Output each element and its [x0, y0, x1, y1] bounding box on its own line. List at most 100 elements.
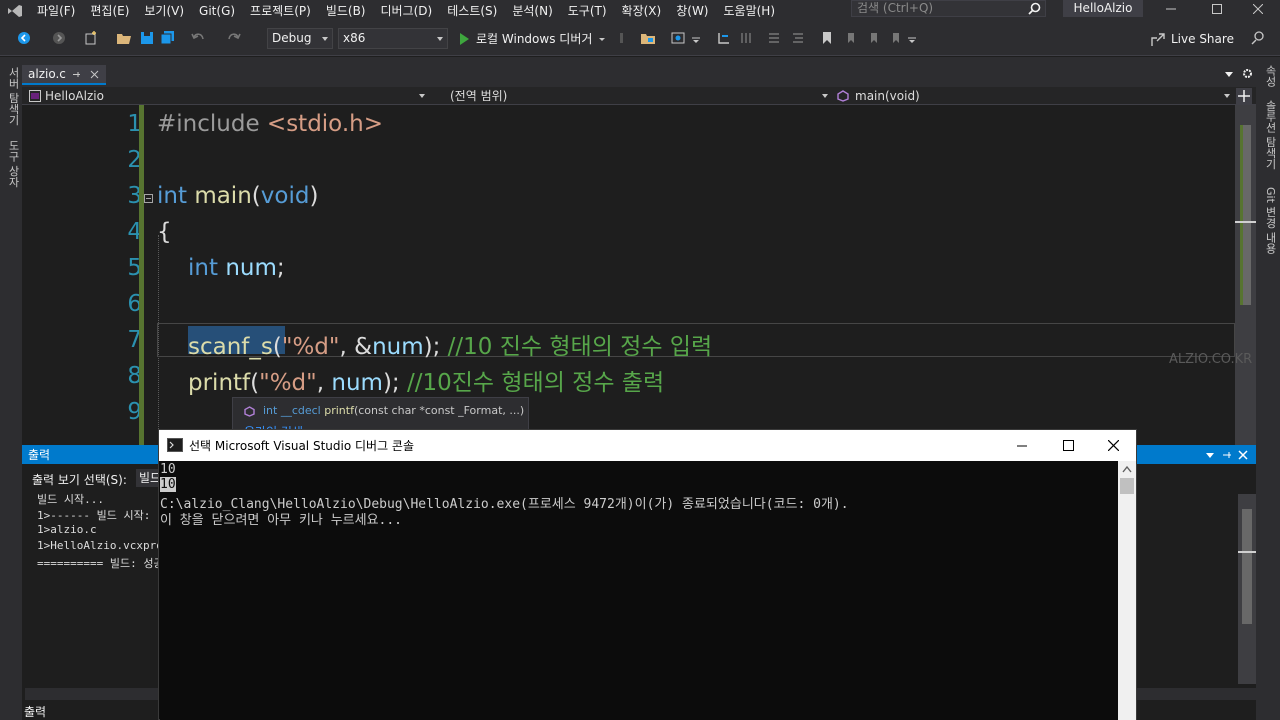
scroll-up-icon[interactable] [1122, 465, 1132, 473]
menu-build[interactable]: 빌드(B) [326, 0, 375, 22]
pin-icon[interactable] [1222, 450, 1232, 460]
code-editor[interactable]: 1 2 3 4 5 6 7 8 9 #include <stdio.h> int… [22, 105, 1256, 445]
editor-vertical-scrollbar[interactable] [1235, 105, 1256, 445]
new-project-icon[interactable] [83, 30, 99, 46]
scope-select[interactable]: (전역 범위) [446, 87, 830, 105]
menu-tools[interactable]: 도구(T) [568, 0, 616, 22]
properties-tab[interactable]: 속성 [1262, 65, 1278, 87]
member-select[interactable]: main(void) [834, 87, 1232, 105]
navigation-bar: HelloAlzio (전역 범위) main(void) [22, 87, 1256, 105]
code-line-4: { [157, 219, 172, 245]
pin-icon[interactable] [72, 70, 81, 79]
git-changes-tab[interactable]: Git 변경 내용 [1262, 187, 1278, 254]
console-minimize-button[interactable] [999, 430, 1045, 461]
project-select-value: HelloAlzio [45, 89, 104, 103]
chevron-down-icon[interactable] [1225, 70, 1233, 78]
chevron-down-icon[interactable] [1206, 451, 1214, 459]
chevron-down-icon[interactable] [598, 31, 606, 47]
solution-name-badge[interactable]: HelloAlzio [1063, 0, 1143, 17]
close-icon[interactable] [1238, 450, 1248, 460]
feedback-icon[interactable] [1250, 30, 1266, 46]
minimize-button[interactable] [1148, 0, 1193, 18]
menu-edit[interactable]: 편집(E) [90, 0, 138, 22]
start-debugging-icon[interactable] [456, 31, 472, 47]
toolbar-overflow-icon[interactable] [906, 30, 918, 46]
close-button[interactable] [1235, 0, 1280, 18]
navigate-back-icon[interactable] [16, 30, 32, 46]
output-vertical-scrollbar[interactable] [1238, 494, 1256, 684]
collapse-icon[interactable] [144, 194, 153, 203]
console-close-button[interactable] [1090, 430, 1136, 461]
redo-icon[interactable] [226, 30, 242, 46]
live-share-icon[interactable] [1150, 32, 1166, 48]
split-editor-icon[interactable] [1236, 88, 1252, 104]
document-tab-alzio-c[interactable]: alzio.c [22, 65, 106, 85]
console-output[interactable]: 10 10 C:\alzio_Clang\HelloAlzio\Debug\He… [160, 461, 1118, 720]
console-vertical-scrollbar[interactable] [1118, 461, 1136, 720]
close-icon[interactable] [90, 70, 99, 79]
maximize-button[interactable] [1194, 0, 1239, 18]
line-number: 5 [127, 255, 142, 281]
save-all-icon[interactable] [160, 30, 176, 46]
bookmark-icon[interactable] [819, 30, 835, 46]
undo-icon[interactable] [190, 30, 206, 46]
search-placeholder: 검색 (Ctrl+Q) [857, 1, 934, 15]
open-folder-icon[interactable] [116, 30, 132, 46]
menu-debug[interactable]: 디버그(D) [381, 0, 442, 22]
solution-explorer-tab[interactable]: 솔루션 탐색기 [1262, 100, 1278, 170]
project-select[interactable]: HelloAlzio [26, 87, 426, 105]
step-over-icon[interactable] [738, 30, 754, 46]
comment-out-icon[interactable] [766, 30, 782, 46]
function-name: main [194, 183, 252, 209]
scrollbar-thumb[interactable] [1242, 509, 1252, 624]
console-line-selected: 10 [160, 477, 176, 492]
menu-analyze[interactable]: 분석(N) [512, 0, 561, 22]
start-debugging-button[interactable]: 로컬 Windows 디버거 [476, 30, 592, 47]
solution-configuration-value: Debug [272, 31, 312, 45]
menu-window[interactable]: 창(W) [676, 0, 717, 22]
console-maximize-button[interactable] [1045, 430, 1091, 461]
menu-help[interactable]: 도움말(H) [724, 0, 785, 22]
clear-bookmarks-icon[interactable] [888, 30, 904, 46]
console-titlebar[interactable]: 선택 Microsoft Visual Studio 디버그 콘솔 [159, 430, 1136, 461]
chevron-down-icon [437, 37, 443, 41]
menu-git[interactable]: Git(G) [199, 0, 244, 22]
chevron-down-icon [822, 94, 828, 98]
output-panel-title: 출력 [28, 448, 51, 462]
step-into-icon[interactable] [716, 30, 732, 46]
toolbox-tab[interactable]: 도구 상자 [5, 140, 21, 188]
previous-bookmark-icon[interactable] [843, 30, 859, 46]
member-select-value: main(void) [855, 89, 920, 103]
menu-project[interactable]: 프로젝트(P) [250, 0, 320, 22]
output-bottom-tab[interactable]: 출력 [24, 703, 46, 720]
navigate-forward-icon[interactable] [51, 30, 67, 46]
line-number: 7 [127, 327, 142, 353]
chevron-down-icon [1224, 94, 1230, 98]
function-name: scanf_s [188, 334, 273, 360]
code-line-1: #include <stdio.h> [157, 111, 383, 137]
server-explorer-tab[interactable]: 서버 탐색기 [5, 67, 21, 126]
tooltip-signature-prefix: int __cdecl [263, 404, 325, 417]
solution-explorer-folder-icon[interactable] [640, 30, 656, 46]
search-input[interactable]: 검색 (Ctrl+Q) [851, 0, 1046, 17]
menu-view[interactable]: 보기(V) [144, 0, 193, 22]
menu-test[interactable]: 테스트(S) [447, 0, 506, 22]
solution-configuration-select[interactable]: Debug [267, 28, 333, 49]
solution-platform-select[interactable]: x86 [338, 28, 448, 49]
menu-file[interactable]: 파일(F) [37, 0, 84, 22]
chevron-down-icon [322, 37, 328, 41]
menu-extensions[interactable]: 확장(X) [622, 0, 671, 22]
scrollbar-thumb[interactable] [1120, 478, 1134, 494]
punctuation: , & [339, 334, 373, 360]
live-share-button[interactable]: Live Share [1171, 32, 1234, 46]
attach-process-icon[interactable] [614, 30, 630, 46]
include-header: <stdio.h> [266, 111, 384, 137]
toolbar-overflow-icon[interactable] [690, 30, 702, 46]
identifier: num [372, 334, 424, 360]
document-tab-bar: alzio.c [22, 57, 1256, 87]
uncomment-icon[interactable] [790, 30, 806, 46]
gear-icon[interactable] [1242, 68, 1253, 79]
browser-link-icon[interactable] [670, 30, 686, 46]
save-icon[interactable] [139, 30, 155, 46]
next-bookmark-icon[interactable] [866, 30, 882, 46]
